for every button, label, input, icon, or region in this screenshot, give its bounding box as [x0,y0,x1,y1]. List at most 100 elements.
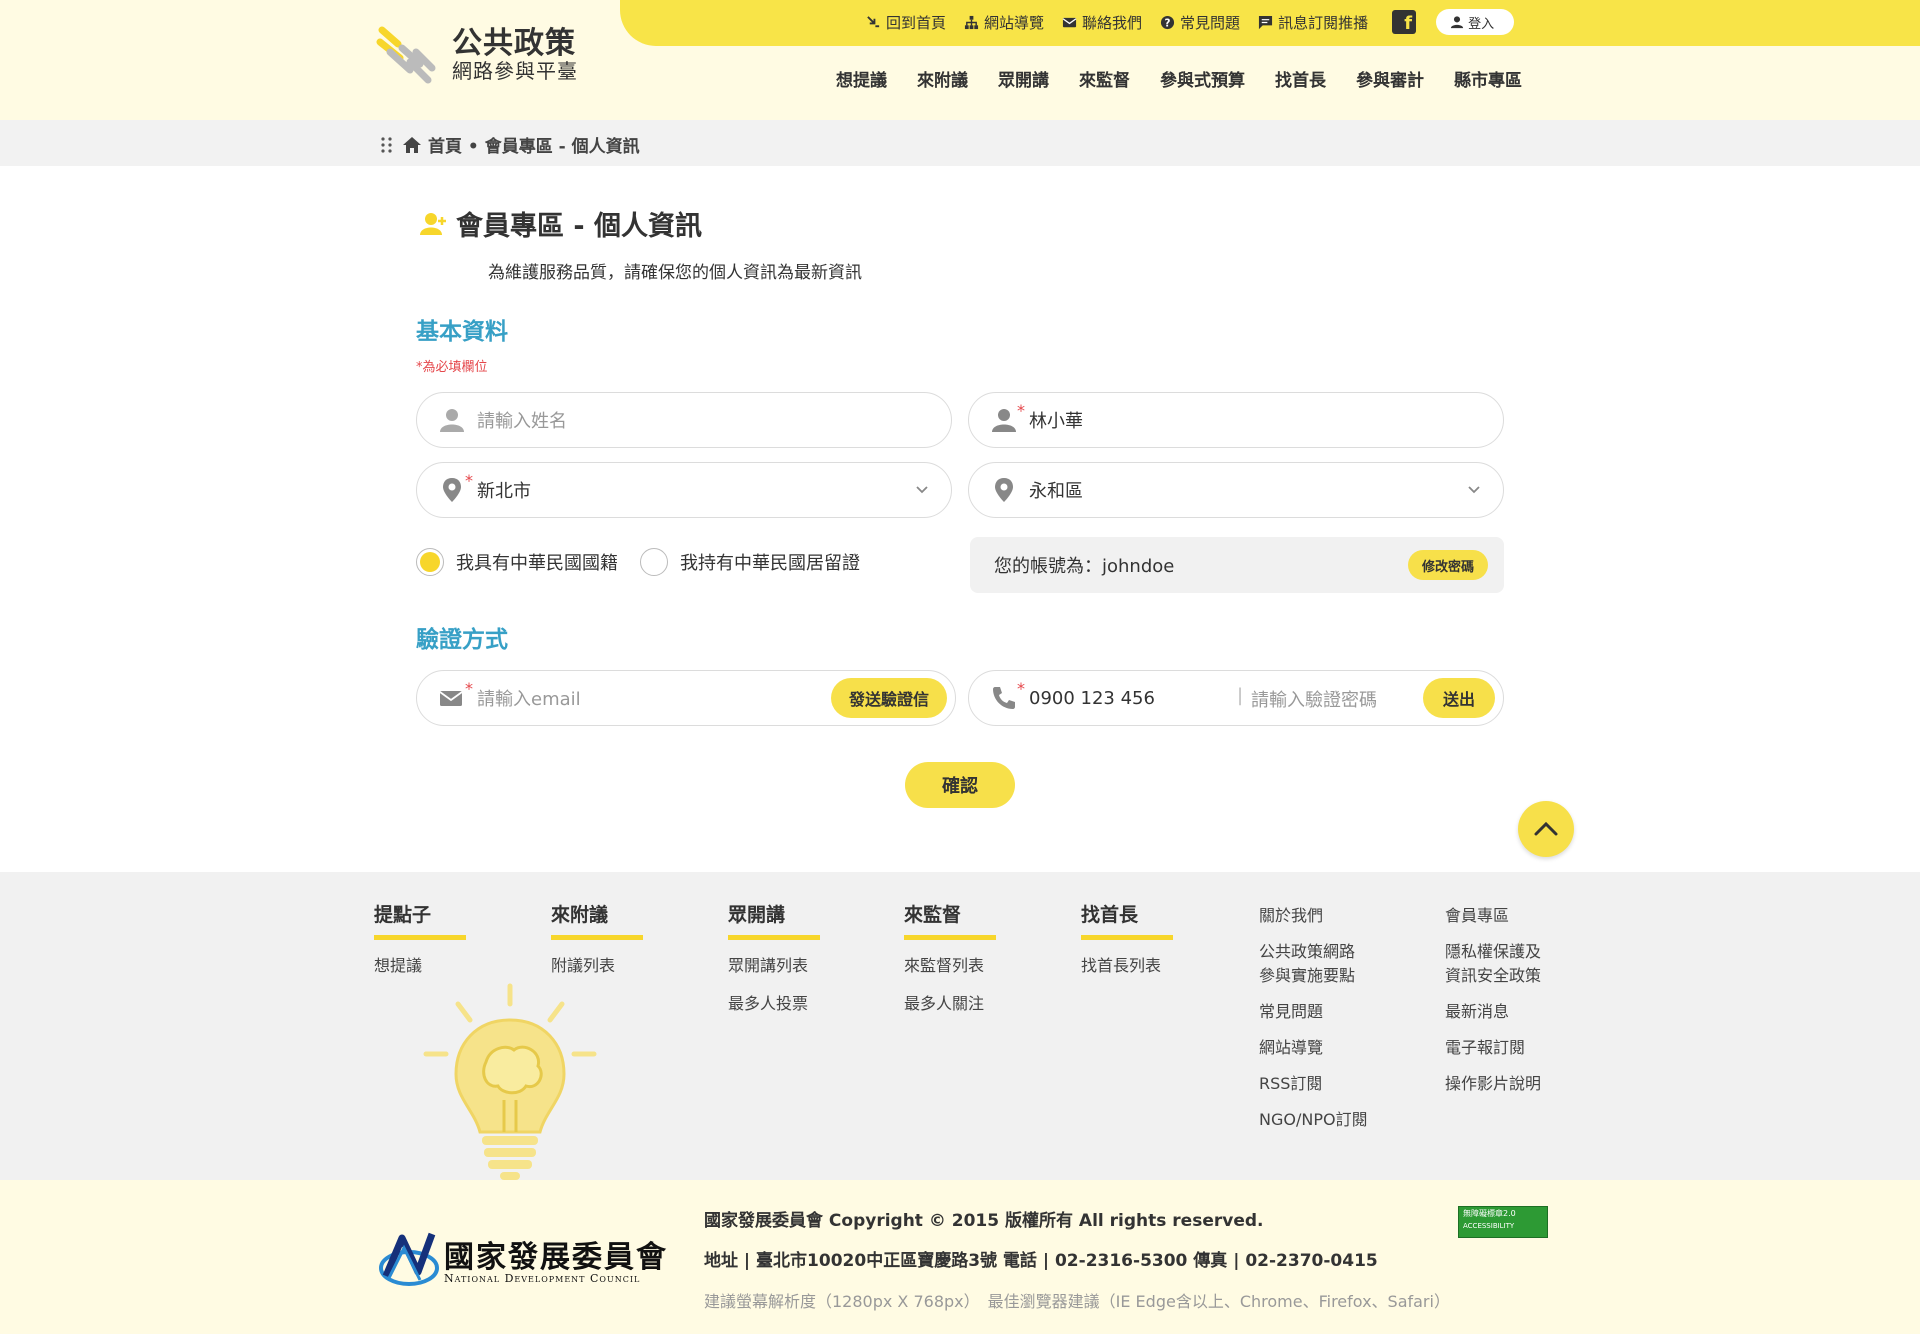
util-link-subscribe[interactable]: 訊息訂閱推播 [1258,12,1368,33]
ndc-logo[interactable]: 國家發展委員會 National Development Council [378,1228,666,1292]
add-user-icon [420,212,446,235]
email-field[interactable]: * 請輸入email 發送驗證信 [416,670,956,726]
chat-icon [1259,15,1273,29]
submit-code-button[interactable]: 送出 [1423,678,1495,718]
name-input[interactable]: 請輸入姓名 [416,392,952,448]
required-note: *為必填欄位 [416,360,488,375]
footer-link[interactable]: 眾開講列表 [728,952,820,976]
footer-link[interactable]: 常見問題 [1259,1000,1368,1024]
required-star: * [1017,401,1025,420]
radio-citizen[interactable]: 我具有中華民國國籍 [416,548,618,576]
nav-item-propose[interactable]: 想提議 [836,66,887,91]
util-link-contact[interactable]: 聯絡我們 [1062,12,1142,33]
ndc-emblem-icon [379,1232,439,1286]
nationality-radio-group: 我具有中華民國國籍 我持有中華民國居留證 [416,548,882,576]
breadcrumb-text[interactable]: 首頁 • 會員專區 - 個人資訊 [428,132,640,157]
nav-item-supervise[interactable]: 來監督 [1079,66,1130,91]
section-title-basic: 基本資料 [416,319,508,345]
district-value: 永和區 [1029,481,1083,502]
page-description: 為維護服務品質，請確保您的個人資訊為最新資訊 [488,263,862,283]
lightbulb-icon [423,983,597,1180]
nav-item-budget[interactable]: 參與式預算 [1160,66,1245,91]
mail-icon [439,691,463,706]
logo-title: 公共政策 [452,25,576,61]
util-link-faq[interactable]: ? 常見問題 [1160,12,1240,33]
code-input[interactable]: 請輸入驗證密碼 [1251,686,1377,712]
facebook-icon[interactable]: f [1392,10,1417,34]
phone-icon [993,687,1015,709]
footer-link[interactable]: 最新消息 [1445,1000,1541,1024]
location-pin-icon [443,478,461,502]
required-star: * [465,679,473,698]
radio-button-checked[interactable] [416,548,444,576]
logo-subtitle: 網路參與平臺 [452,59,578,84]
sitemap-icon [964,15,979,29]
phone-field[interactable]: * 0900 123 456 | 請輸入驗證密碼 送出 [968,670,1504,726]
footer-link[interactable]: 電子報訂閱 [1445,1036,1541,1060]
city-select[interactable]: * 新北市 [416,462,952,518]
user-icon [440,409,464,432]
site-logo[interactable]: 公共政策 網路參與平臺 [376,22,578,88]
section-title-verify: 驗證方式 [416,627,508,653]
phone-value: 0900 123 456 [1029,687,1155,709]
accessibility-badge[interactable]: 無障礙標章2.0 ACCESSIBILITY [1458,1206,1548,1238]
utility-links: 回到首頁 網站導覽 聯絡我們 ? 常見問題 訊息訂閱推播 f 登入 [866,9,1515,35]
breadcrumb: 首頁 • 會員專區 - 個人資訊 [380,132,640,157]
nickname-value: 林小華 [1029,411,1083,432]
footer-link[interactable]: 關於我們 [1259,904,1368,928]
footer-links-about: 關於我們 公共政策網路 參與實施要點 常見問題 網站導覽 RSS訂閱 NGO/NP… [1259,904,1368,1144]
footer-link[interactable]: 會員專區 [1445,904,1541,928]
footer-link[interactable]: 想提議 [374,952,466,976]
footer-link[interactable]: 公共政策網路 參與實施要點 [1259,940,1368,988]
footer-links-member: 會員專區 隱私權保護及 資訊安全政策 最新消息 電子報訂閱 操作影片說明 [1445,904,1541,1108]
send-verification-email-button[interactable]: 發送驗證信 [830,678,947,718]
radio-resident[interactable]: 我持有中華民國居留證 [640,548,860,576]
nav-item-discuss[interactable]: 眾開講 [998,66,1049,91]
account-label: 您的帳號為：johndoe [994,556,1175,577]
main-nav: 想提議 來附議 眾開講 來監督 參與式預算 找首長 參與審計 縣市專區 [836,66,1552,91]
question-icon: ? [1160,15,1175,29]
nav-item-audit[interactable]: 參與審計 [1356,66,1424,91]
home-icon[interactable] [402,136,422,154]
footer-col-second: 來附議 附議列表 [551,900,643,976]
change-password-button[interactable]: 修改密碼 [1407,550,1488,580]
location-pin-icon [995,478,1013,502]
footer-col-supervise: 來監督 來監督列表 最多人關注 [904,900,996,1014]
field-divider: | [1237,685,1244,706]
footer-col-discuss: 眾開講 眾開講列表 最多人投票 [728,900,820,1014]
nav-item-county[interactable]: 縣市專區 [1454,66,1522,91]
footer-link[interactable]: 操作影片說明 [1445,1072,1541,1096]
contact-address: 地址 | 臺北市10020中正區寶慶路3號 電話 | 02-2316-5300 … [704,1251,1378,1271]
footer-link[interactable]: 找首長列表 [1081,952,1173,976]
nav-item-mayor[interactable]: 找首長 [1275,66,1326,91]
radio-button[interactable] [640,548,668,576]
browser-hint: 建議螢幕解析度（1280px X 768px） 最佳瀏覽器建議（IE Edge含… [704,1292,1450,1311]
chevron-down-icon [916,486,928,494]
confirm-button[interactable]: 確認 [905,762,1015,808]
util-link-home[interactable]: 回到首頁 [866,12,946,33]
logo-icon [376,26,436,84]
util-link-sitemap[interactable]: 網站導覽 [964,12,1044,33]
footer-link[interactable]: 最多人投票 [728,990,820,1014]
grip-icon [381,136,392,153]
user-icon [1450,16,1464,29]
nav-item-second[interactable]: 來附議 [917,66,968,91]
footer-link[interactable]: 附議列表 [551,952,643,976]
footer-link[interactable]: 隱私權保護及 資訊安全政策 [1445,940,1541,988]
footer-link[interactable]: 網站導覽 [1259,1036,1368,1060]
page-title: 會員專區 - 個人資訊 [456,211,703,242]
name-placeholder: 請輸入姓名 [477,411,567,432]
footer-link[interactable]: NGO/NPO訂閱 [1259,1108,1368,1132]
footer-link[interactable]: 最多人關注 [904,990,996,1014]
breadcrumb-bar: 首頁 • 會員專區 - 個人資訊 [0,120,1920,166]
nickname-input[interactable]: * 林小華 [968,392,1504,448]
home-arrow-icon [867,15,880,27]
copyright-text: 國家發展委員會 Copyright © 2015 版權所有 All rights… [704,1211,1264,1231]
back-to-top-button[interactable] [1518,801,1574,857]
login-button[interactable]: 登入 [1436,9,1515,35]
footer-link[interactable]: RSS訂閱 [1259,1072,1368,1096]
svg-text:?: ? [1165,17,1171,29]
footer-link[interactable]: 來監督列表 [904,952,996,976]
ndc-name-en: National Development Council [444,1272,641,1285]
district-select[interactable]: 永和區 [968,462,1504,518]
